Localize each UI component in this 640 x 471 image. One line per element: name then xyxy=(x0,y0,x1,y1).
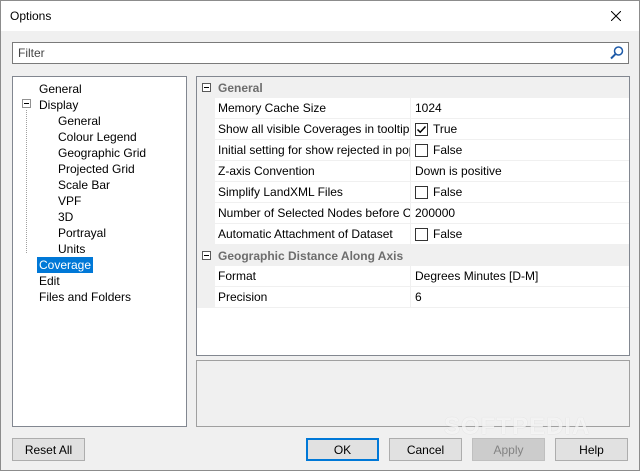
options-dialog: Options General Display General Colour L… xyxy=(0,0,640,471)
property-value[interactable]: False xyxy=(412,182,629,203)
category-tree[interactable]: General Display General Colour Legend Ge… xyxy=(12,76,187,427)
tree-item-portrayal[interactable]: Portrayal xyxy=(56,225,108,241)
property-name: Automatic Attachment of Dataset xyxy=(215,224,411,245)
reset-all-button[interactable]: Reset All xyxy=(12,438,85,461)
property-name: Precision xyxy=(215,287,411,308)
tree-item-geographic-grid[interactable]: Geographic Grid xyxy=(56,145,148,161)
collapse-icon[interactable] xyxy=(202,83,211,92)
tree-item-coverage[interactable]: Coverage xyxy=(37,257,94,273)
value-text: False xyxy=(433,185,463,199)
property-row-automatic-attachment[interactable]: Automatic Attachment of Dataset False xyxy=(215,224,629,245)
description-panel xyxy=(196,360,630,427)
property-name: Initial setting for show rejected in pop… xyxy=(215,140,411,161)
value-text: False xyxy=(433,143,463,157)
apply-button[interactable]: Apply xyxy=(472,438,545,461)
property-value[interactable]: 1024 xyxy=(412,98,629,119)
category-label: General xyxy=(218,80,263,95)
checkbox[interactable] xyxy=(415,144,428,157)
property-name: Show all visible Coverages in tooltip xyxy=(215,119,411,140)
cancel-button[interactable]: Cancel xyxy=(389,438,462,461)
property-row-format[interactable]: Format Degrees Minutes [D-M] xyxy=(215,266,629,287)
ok-button[interactable]: OK xyxy=(306,438,379,461)
checkbox[interactable] xyxy=(415,123,428,136)
close-button[interactable] xyxy=(593,1,639,31)
close-icon xyxy=(611,11,621,21)
value-text: Degrees Minutes [D-M] xyxy=(415,269,539,283)
tree-item-vpf[interactable]: VPF xyxy=(56,193,83,209)
tree-item-display[interactable]: Display xyxy=(37,97,80,113)
tree-item-units[interactable]: Units xyxy=(56,241,87,257)
checkbox[interactable] xyxy=(415,228,428,241)
value-text: 200000 xyxy=(415,206,456,220)
tree-item-general[interactable]: General xyxy=(37,81,84,97)
property-value[interactable]: Down is positive xyxy=(412,161,629,182)
tree-item-edit[interactable]: Edit xyxy=(37,273,62,289)
value-text: 1024 xyxy=(415,101,442,115)
property-grid[interactable]: General Memory Cache Size 1024 Show all … xyxy=(196,76,630,356)
search-icon[interactable] xyxy=(609,45,625,61)
property-name: Number of Selected Nodes before Confirma… xyxy=(215,203,411,224)
property-name: Memory Cache Size xyxy=(215,98,411,119)
tree-item-3d[interactable]: 3D xyxy=(56,209,75,225)
value-text: True xyxy=(433,122,458,136)
value-text: Down is positive xyxy=(415,164,502,178)
property-value[interactable]: True xyxy=(412,119,629,140)
filter-input[interactable] xyxy=(13,46,593,60)
window-title: Options xyxy=(10,9,52,23)
category-label: Geographic Distance Along Axis xyxy=(218,248,404,263)
category-geographic-distance[interactable]: Geographic Distance Along Axis xyxy=(197,245,629,266)
property-row-initial-show-rejected[interactable]: Initial setting for show rejected in pop… xyxy=(215,140,629,161)
property-value[interactable]: 200000 xyxy=(412,203,629,224)
tree-item-files-and-folders[interactable]: Files and Folders xyxy=(37,289,133,305)
property-value[interactable]: Degrees Minutes [D-M] xyxy=(412,266,629,287)
tree-item-display-general[interactable]: General xyxy=(56,113,103,129)
property-name: Simplify LandXML Files xyxy=(215,182,411,203)
title-bar: Options xyxy=(1,1,639,31)
grid-gutter xyxy=(197,98,215,245)
filter-box[interactable] xyxy=(12,42,629,64)
help-button[interactable]: Help xyxy=(555,438,628,461)
value-text: 6 xyxy=(415,290,422,304)
property-row-show-visible-coverages[interactable]: Show all visible Coverages in tooltip Tr… xyxy=(215,119,629,140)
property-value[interactable]: False xyxy=(412,224,629,245)
property-name: Z-axis Convention xyxy=(215,161,411,182)
checkmark-icon xyxy=(416,125,427,134)
grid-gutter xyxy=(197,266,215,308)
property-row-precision[interactable]: Precision 6 xyxy=(215,287,629,308)
value-text: False xyxy=(433,227,463,241)
property-value[interactable]: 6 xyxy=(412,287,629,308)
property-row-z-axis-convention[interactable]: Z-axis Convention Down is positive xyxy=(215,161,629,182)
tree-item-scale-bar[interactable]: Scale Bar xyxy=(56,177,112,193)
category-general[interactable]: General xyxy=(197,77,629,98)
checkbox[interactable] xyxy=(415,186,428,199)
property-row-selected-nodes[interactable]: Number of Selected Nodes before Confirma… xyxy=(215,203,629,224)
property-row-memory-cache-size[interactable]: Memory Cache Size 1024 xyxy=(215,98,629,119)
tree-item-projected-grid[interactable]: Projected Grid xyxy=(56,161,137,177)
property-row-simplify-landxml[interactable]: Simplify LandXML Files False xyxy=(215,182,629,203)
property-value[interactable]: False xyxy=(412,140,629,161)
collapse-icon[interactable] xyxy=(202,251,211,260)
property-name: Format xyxy=(215,266,411,287)
tree-item-colour-legend[interactable]: Colour Legend xyxy=(56,129,139,145)
